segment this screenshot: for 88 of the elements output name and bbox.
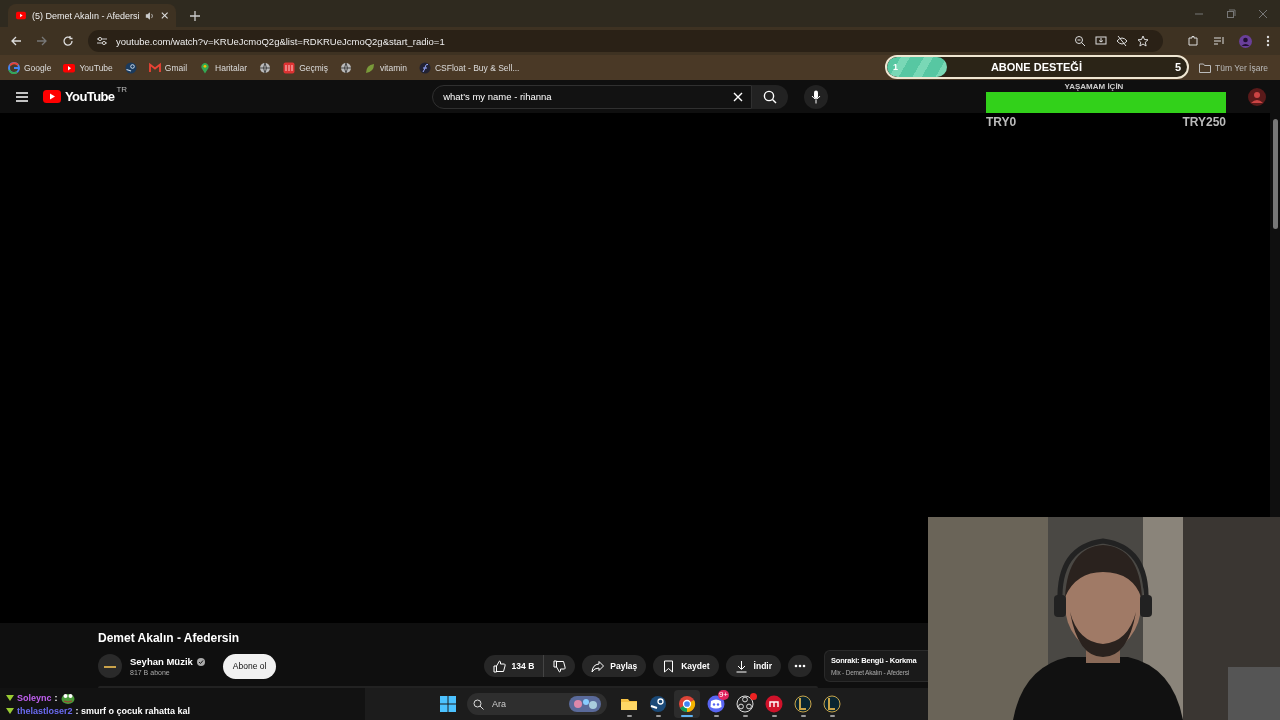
save-button[interactable]: Kaydet xyxy=(653,655,719,677)
search-icon xyxy=(473,698,484,710)
bookmark[interactable]: CSFloat - Buy & Sell... xyxy=(418,61,520,74)
taskbar-search-field[interactable]: Ara xyxy=(467,693,607,715)
league-icon xyxy=(823,695,841,713)
download-icon xyxy=(734,659,748,673)
bookmark[interactable]: Gmail xyxy=(148,61,188,74)
mail-icon xyxy=(148,61,161,74)
goal-title: ABONE DESTEĞİ xyxy=(989,61,1083,73)
thumbs-up-icon xyxy=(492,659,506,673)
install-icon[interactable] xyxy=(1095,35,1107,47)
share-button[interactable]: Paylaş xyxy=(582,655,647,677)
microphone-icon xyxy=(811,89,822,104)
clear-icon[interactable] xyxy=(733,91,744,102)
taskbar-app[interactable] xyxy=(674,690,700,718)
chrome-icon xyxy=(678,695,696,713)
address-bar[interactable]: youtube.com/watch?v=KRUeJcmoQ2g&list=RDKRUeJcmoQ2g&start_radio=1 xyxy=(88,30,1163,52)
goal-current: 1 xyxy=(893,62,898,72)
taskbar-app[interactable]: 9+ xyxy=(703,690,729,718)
star-icon[interactable] xyxy=(1137,35,1149,47)
app-icon xyxy=(765,695,783,713)
scrollbar-thumb[interactable] xyxy=(1273,119,1278,229)
menu-icon[interactable] xyxy=(16,91,28,102)
chat-message: : smurf o çocuk rahatta kal xyxy=(75,706,191,716)
dislike-button[interactable] xyxy=(544,655,576,677)
thumbs-down-icon xyxy=(553,659,567,673)
profile-avatar-icon[interactable] xyxy=(1248,87,1266,106)
channel-avatar-icon xyxy=(98,654,122,678)
speaker-icon[interactable] xyxy=(145,10,155,21)
leaf-icon xyxy=(363,61,376,74)
steam-icon[interactable] xyxy=(124,61,137,74)
windows-start-icon[interactable] xyxy=(440,696,456,712)
voice-search-button[interactable] xyxy=(804,84,829,109)
extensions-icon[interactable] xyxy=(1187,35,1199,47)
browser-tab[interactable]: (5) Demet Akalın - Afedersi xyxy=(8,4,176,27)
youtube-icon xyxy=(63,61,76,74)
notification-badge: 9+ xyxy=(717,690,729,700)
media-icon[interactable] xyxy=(1213,35,1225,47)
more-icon xyxy=(794,664,806,668)
steam-icon xyxy=(649,695,667,713)
like-button[interactable]: 134 B xyxy=(483,655,545,677)
eye-slash-icon[interactable] xyxy=(1116,35,1128,47)
reload-icon[interactable] xyxy=(62,35,74,47)
new-tab-icon[interactable] xyxy=(190,11,200,21)
goal-min-label: TRY0 xyxy=(986,115,1017,129)
script-icon xyxy=(418,61,431,74)
chat-message: : xyxy=(54,693,58,703)
bookmark[interactable]: Geçmiş xyxy=(283,61,328,74)
bookmark[interactable]: YouTube xyxy=(63,61,113,74)
share-icon xyxy=(591,659,605,673)
zoom-icon[interactable] xyxy=(1074,35,1086,47)
video-title: Demet Akalın - Afedersin xyxy=(98,631,241,645)
bookmark[interactable]: Google xyxy=(8,61,52,74)
back-icon[interactable] xyxy=(10,35,22,47)
chat-username: thelastloser2 xyxy=(17,706,73,716)
map-pin-icon xyxy=(199,61,212,74)
site-settings-icon[interactable] xyxy=(96,35,108,47)
restore-icon[interactable] xyxy=(1226,8,1236,19)
search-icon xyxy=(763,89,778,104)
league-icon xyxy=(794,695,812,713)
all-bookmarks[interactable]: Tüm Yer İşare xyxy=(1199,62,1268,73)
google-icon xyxy=(8,61,20,74)
goal-max-label: TRY250 xyxy=(1182,115,1226,129)
video-player[interactable] xyxy=(0,113,1270,623)
play-icon xyxy=(43,90,61,103)
obs-icon xyxy=(736,695,754,713)
more-button[interactable] xyxy=(788,655,812,677)
goal-target: 5 xyxy=(1174,61,1181,73)
menu-icon[interactable] xyxy=(1266,35,1270,47)
globe-icon[interactable] xyxy=(259,61,272,74)
search-button[interactable] xyxy=(752,84,789,109)
bookmark[interactable]: vitamin xyxy=(363,61,407,74)
download-button[interactable]: İndir xyxy=(725,655,781,677)
donation-goal-title: YAŞAMAM İÇİN xyxy=(1063,82,1125,91)
search-highlight-icon xyxy=(569,696,601,712)
chat-username: Soleync xyxy=(17,693,52,703)
forward-icon[interactable] xyxy=(36,35,48,47)
close-icon[interactable] xyxy=(1258,8,1268,19)
history-icon xyxy=(283,61,296,74)
globe-icon[interactable] xyxy=(339,61,352,74)
youtube-icon xyxy=(16,11,26,20)
discord-icon xyxy=(707,695,725,713)
bookmark-icon xyxy=(662,659,676,673)
bookmark[interactable]: Haritalar xyxy=(199,61,248,74)
channel-name[interactable]: Seyhan Müzik xyxy=(130,656,193,667)
subscribe-button[interactable]: Abone ol xyxy=(222,653,277,679)
folder-icon xyxy=(1199,62,1212,73)
search-field[interactable]: what's my name - rihanna xyxy=(432,84,753,109)
